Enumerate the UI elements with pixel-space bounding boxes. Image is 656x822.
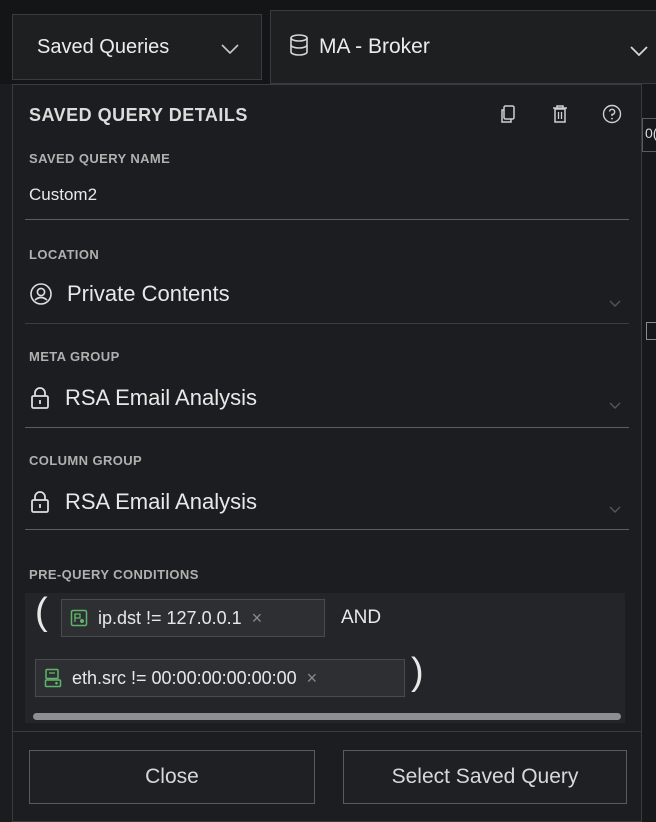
saved-queries-dropdown[interactable]: Saved Queries (12, 14, 262, 80)
condition-pill[interactable]: ip.dst != 127.0.0.1 × (61, 599, 325, 637)
panel-footer: Close Select Saved Query (13, 731, 641, 821)
select-saved-query-button[interactable]: Select Saved Query (343, 750, 627, 804)
meta-group-divider (25, 427, 629, 428)
service-dropdown[interactable]: MA - Broker (270, 10, 656, 84)
service-label: MA - Broker (319, 35, 430, 58)
chevron-down-icon (221, 41, 239, 59)
meta-group-select[interactable]: RSA Email Analysis (29, 385, 257, 411)
meta-group-label: META GROUP (29, 349, 120, 364)
saved-query-details-panel: SAVED QUERY DETAILS SAVED QUERY NAME Cus… (12, 84, 642, 822)
trash-icon[interactable] (549, 103, 571, 125)
user-circle-icon (30, 283, 52, 305)
pre-query-label: PRE-QUERY CONDITIONS (29, 567, 199, 582)
saved-query-name-input[interactable]: Custom2 (29, 185, 97, 205)
column-group-value: RSA Email Analysis (65, 489, 257, 514)
close-icon[interactable]: × (252, 608, 263, 629)
open-paren: ( (35, 591, 48, 633)
close-paren: ) (411, 651, 424, 693)
location-select[interactable]: Private Contents (29, 281, 230, 307)
chevron-down-icon (609, 295, 621, 313)
database-icon (289, 33, 309, 61)
background-content-strip (642, 84, 656, 822)
meta-key-icon (44, 668, 62, 688)
close-button[interactable]: Close (29, 750, 315, 804)
meta-group-value: RSA Email Analysis (65, 385, 257, 410)
condition-text: ip.dst != 127.0.0.1 (98, 607, 242, 628)
saved-query-name-label: SAVED QUERY NAME (29, 151, 171, 166)
chevron-down-icon (609, 397, 621, 415)
location-label: LOCATION (29, 247, 100, 262)
chevron-down-icon (609, 501, 621, 519)
horizontal-scrollbar[interactable] (33, 713, 621, 720)
column-group-divider (25, 529, 629, 530)
close-icon[interactable]: × (307, 668, 318, 689)
help-icon[interactable] (601, 103, 623, 125)
location-value: Private Contents (67, 281, 230, 306)
panel-title: SAVED QUERY DETAILS (29, 105, 248, 125)
background-partial-checkbox (646, 322, 656, 340)
column-group-select[interactable]: RSA Email Analysis (29, 489, 257, 515)
condition-pill[interactable]: eth.src != 00:00:00:00:00:00 × (35, 659, 405, 697)
lock-icon (31, 491, 49, 513)
copy-icon[interactable] (497, 103, 519, 125)
condition-text: eth.src != 00:00:00:00:00:00 (72, 667, 297, 688)
name-field-underline (25, 219, 629, 220)
lock-icon (31, 387, 49, 409)
condition-operator: AND (341, 607, 382, 628)
pre-query-conditions-box[interactable]: ( ip.dst != 127.0.0.1 × AND eth.src != 0… (25, 591, 625, 723)
panel-header-actions (497, 103, 623, 125)
meta-key-icon (70, 609, 88, 627)
background-partial-field: 0( (642, 118, 656, 152)
saved-queries-label: Saved Queries (37, 35, 170, 58)
chevron-down-icon (630, 43, 648, 61)
top-toolbar: Saved Queries MA - Broker (0, 0, 656, 84)
column-group-label: COLUMN GROUP (29, 453, 143, 468)
location-divider (25, 323, 629, 324)
